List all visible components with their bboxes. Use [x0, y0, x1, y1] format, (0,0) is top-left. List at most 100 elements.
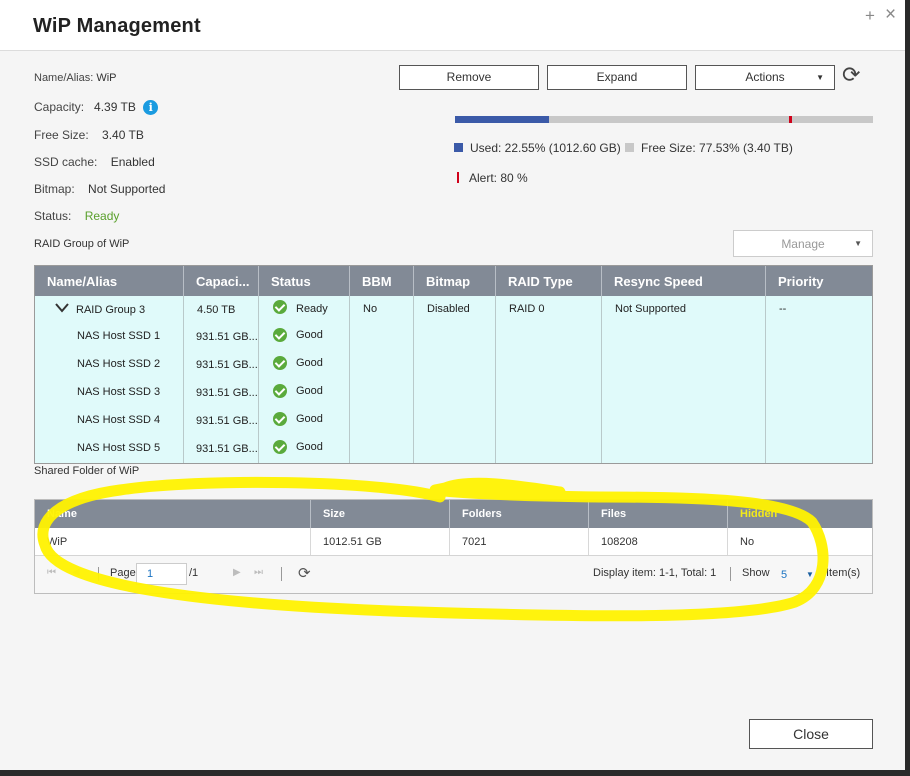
usage-bar-alert-marker: [789, 116, 792, 123]
col-bbm[interactable]: BBM: [350, 266, 414, 296]
col-folders[interactable]: Folders: [450, 500, 589, 528]
actions-label: Actions: [745, 70, 785, 84]
check-circle-icon: [273, 440, 287, 454]
col-raid-type[interactable]: RAID Type: [496, 266, 602, 296]
col-divider: [765, 296, 766, 463]
col-divider: [349, 296, 350, 463]
col-bitmap[interactable]: Bitmap: [414, 266, 496, 296]
prev-page-icon[interactable]: ◀: [72, 567, 80, 578]
raid-group-resync: Not Supported: [615, 303, 686, 315]
manage-dropdown[interactable]: Manage ▼: [733, 230, 873, 257]
raid-group-type: RAID 0: [509, 303, 545, 315]
remove-button[interactable]: Remove: [399, 65, 539, 90]
check-circle-icon: [273, 412, 287, 426]
raid-group-bbm: No: [363, 303, 378, 315]
ssd-cache-value: Enabled: [110, 155, 155, 169]
disk-capacity: 931.51 GB...: [196, 359, 258, 371]
refresh-icon[interactable]: ⟳: [298, 564, 311, 582]
show-label: Show: [742, 567, 770, 579]
shared-folder-section-title: Shared Folder of WiP: [34, 465, 140, 477]
used-swatch: [454, 143, 463, 153]
ssd-cache-label: SSD cache:: [34, 155, 98, 169]
refresh-icon[interactable]: ⟳: [842, 62, 860, 88]
col-divider: [495, 296, 496, 463]
disk-name: NAS Host SSD 4: [77, 414, 161, 426]
col-divider: [601, 296, 602, 463]
next-page-icon[interactable]: ▶: [233, 567, 241, 578]
check-circle-icon: [273, 384, 287, 398]
alert-marker: [457, 172, 459, 184]
folder-name: WiP: [35, 528, 311, 555]
col-hidden[interactable]: Hidden: [728, 500, 872, 528]
divider: [98, 567, 99, 581]
disk-status: Good: [296, 357, 323, 369]
disk-name: NAS Host SSD 3: [77, 386, 161, 398]
check-circle-icon: [273, 356, 287, 370]
raid-group-bitmap: Disabled: [427, 303, 470, 315]
col-priority[interactable]: Priority: [766, 266, 872, 296]
col-status[interactable]: Status: [259, 266, 350, 296]
status-label: Status:: [34, 209, 72, 223]
raid-group-name: RAID Group 3: [76, 304, 146, 316]
usage-bar: [455, 116, 873, 123]
close-icon[interactable]: ×: [885, 4, 896, 26]
name-alias-row: Name/Alias: WiP: [34, 72, 117, 84]
folder-size: 1012.51 GB: [311, 528, 450, 555]
col-name[interactable]: Name: [35, 500, 311, 528]
free-size-value: 3.40 TB: [102, 128, 144, 142]
disk-status: Good: [296, 329, 323, 341]
disk-capacity: 931.51 GB...: [196, 331, 258, 343]
chevron-down-icon[interactable]: [55, 303, 69, 316]
bitmap-row: Bitmap: Not Supported: [34, 182, 165, 196]
raid-table-header: Name/Alias Capaci... Status BBM Bitmap R…: [35, 266, 872, 296]
page-number-input[interactable]: 1: [136, 563, 187, 585]
raid-group-table: Name/Alias Capaci... Status BBM Bitmap R…: [34, 265, 873, 464]
last-page-icon[interactable]: ⏭: [254, 567, 263, 578]
disk-name: NAS Host SSD 5: [77, 442, 161, 454]
bitmap-value: Not Supported: [88, 182, 166, 196]
disk-status: Good: [296, 385, 323, 397]
status-value: Ready: [84, 209, 120, 223]
raid-group-priority: --: [779, 303, 787, 315]
capacity-value: 4.39 TB: [94, 100, 136, 114]
col-size[interactable]: Size: [311, 500, 450, 528]
disk-name: NAS Host SSD 2: [77, 358, 161, 370]
window-edge: [905, 0, 910, 776]
alert-legend-text: Alert: 80 %: [469, 171, 528, 185]
close-button[interactable]: Close: [749, 719, 873, 749]
raid-group-capacity: 4.50 TB: [197, 304, 236, 316]
col-resync-speed[interactable]: Resync Speed: [602, 266, 766, 296]
plus-icon[interactable]: +: [865, 6, 875, 26]
caret-down-icon: ▼: [816, 73, 824, 82]
shared-folder-table: Name Size Folders Files Hidden WiP 1012.…: [34, 499, 873, 594]
actions-dropdown[interactable]: Actions ▼: [695, 65, 835, 90]
first-page-icon[interactable]: ⏮: [47, 567, 56, 578]
divider: [281, 567, 282, 581]
folder-folders: 7021: [450, 528, 589, 555]
disk-capacity: 931.51 GB...: [196, 415, 258, 427]
col-name-alias[interactable]: Name/Alias: [35, 266, 184, 296]
caret-down-icon: ▼: [854, 239, 862, 248]
expand-button[interactable]: Expand: [547, 65, 687, 90]
wip-management-dialog: WiP Management + × Name/Alias: WiP Capac…: [0, 0, 910, 776]
dialog-title: WiP Management: [33, 15, 201, 37]
free-size-row: Free Size: 3.40 TB: [34, 128, 144, 142]
disk-capacity: 931.51 GB...: [196, 443, 258, 455]
check-circle-icon: [273, 328, 287, 342]
col-divider: [413, 296, 414, 463]
status-row: Status: Ready: [34, 209, 119, 223]
col-capacity[interactable]: Capaci...: [184, 266, 259, 296]
title-bar: WiP Management + ×: [0, 0, 910, 51]
capacity-row: Capacity: 4.39 TB i: [34, 100, 159, 116]
disk-status: Good: [296, 413, 323, 425]
manage-label: Manage: [781, 237, 825, 251]
col-files[interactable]: Files: [589, 500, 728, 528]
free-swatch: [625, 143, 634, 153]
raid-section-title: RAID Group of WiP: [34, 238, 130, 250]
items-label: Item(s): [826, 567, 861, 579]
caret-down-icon[interactable]: ▼: [806, 570, 814, 579]
disk-status: Good: [296, 441, 323, 453]
info-icon[interactable]: i: [143, 100, 159, 116]
table-row[interactable]: WiP 1012.51 GB 7021 108208 No: [35, 528, 872, 556]
disk-capacity: 931.51 GB...: [196, 387, 258, 399]
